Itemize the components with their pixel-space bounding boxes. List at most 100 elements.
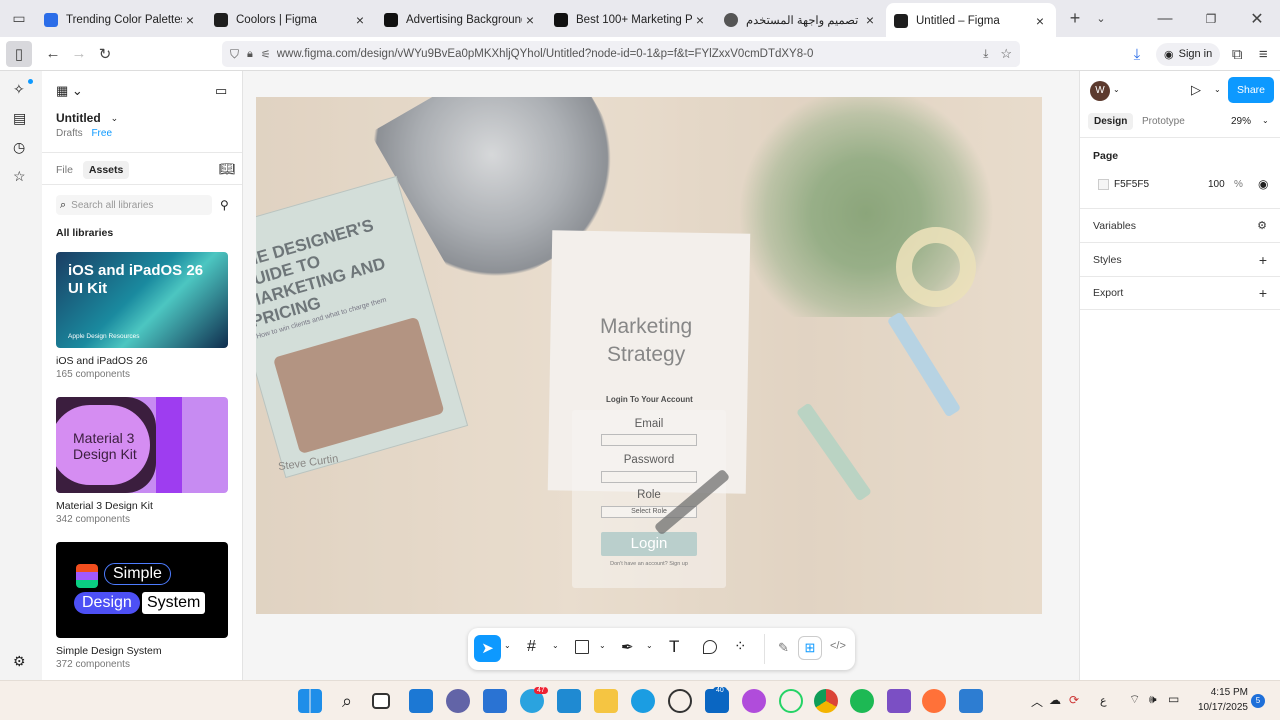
variables-icon[interactable]: ⚙ (1257, 219, 1267, 232)
close-tab-icon[interactable]: × (1032, 13, 1048, 29)
library-card-material[interactable]: Material 3 Design Kit (56, 397, 228, 493)
export-section[interactable]: Export + (1080, 276, 1280, 310)
close-window-icon[interactable]: ✕ (1234, 6, 1280, 32)
design-mode-icon[interactable]: ⊞ (798, 636, 822, 660)
chevron-down-icon[interactable]: ⌄ (111, 113, 119, 124)
browser-tab[interactable]: تصميم واجهة المستخدم × (716, 5, 886, 35)
draw-mode-icon[interactable]: ✎ (778, 640, 789, 656)
add-style-icon[interactable]: + (1259, 252, 1267, 268)
back-icon[interactable]: ← (40, 41, 66, 67)
clock-date[interactable]: 10/17/2025 (1192, 702, 1248, 713)
photos-icon[interactable] (959, 689, 983, 713)
zoom-level[interactable]: 29% (1231, 116, 1251, 127)
firefox-icon[interactable] (922, 689, 946, 713)
chevron-down-icon[interactable]: ⌄ (552, 641, 559, 650)
tab-file[interactable]: File (56, 161, 73, 179)
comment-tool-icon[interactable] (703, 640, 717, 654)
spotify-icon[interactable] (850, 689, 874, 713)
library-name[interactable]: iOS and iPadOS 26 (56, 355, 148, 367)
actions-tool-icon[interactable]: ⁘ (734, 637, 747, 655)
tab-prototype[interactable]: Prototype (1142, 116, 1185, 127)
lock-icon[interactable]: 🔒︎ (247, 48, 253, 61)
library-icon[interactable]: ▤ (13, 110, 26, 127)
text-tool-icon[interactable]: T (669, 637, 679, 657)
avatar[interactable]: W (1090, 81, 1110, 101)
minimize-icon[interactable]: — (1142, 6, 1188, 32)
tab-design[interactable]: Design (1088, 113, 1134, 130)
ai-sparkle-icon[interactable]: ✧ (13, 81, 25, 98)
shield-icon[interactable]: ⛉ (230, 47, 239, 62)
windows-start-icon[interactable] (298, 689, 322, 713)
library-name[interactable]: Simple Design System (56, 645, 162, 657)
close-tab-icon[interactable]: × (182, 12, 198, 28)
frame-background-image[interactable]: THE DESIGNER'S GUIDE TO MARKETING AND PR… (256, 97, 1042, 614)
address-bar[interactable]: ⛉ 🔒︎ ⚟ www.figma.com/design/vWYu9BvEa0pM… (222, 41, 1020, 67)
figma-main-menu-icon[interactable]: ▦ ⌄ (56, 83, 83, 99)
browser-tab[interactable]: Best 100+ Marketing Picture× (546, 5, 716, 35)
close-tab-icon[interactable]: × (692, 12, 708, 28)
tab-dropdown-icon[interactable]: ⌄ (1088, 6, 1114, 32)
tab-list-icon[interactable]: ▭ (6, 6, 32, 32)
chevron-down-icon[interactable]: ⌄ (599, 641, 606, 650)
sync-icon[interactable]: ⟳ (1069, 693, 1079, 707)
eye-icon[interactable]: ◉ (1258, 177, 1268, 191)
forward-icon[interactable]: → (66, 41, 92, 67)
chevron-down-icon[interactable]: ⌄ (1113, 85, 1120, 94)
notification-badge[interactable]: 5 (1251, 694, 1265, 708)
figma-canvas[interactable]: THE DESIGNER'S GUIDE TO MARKETING AND PR… (243, 71, 1079, 680)
favorites-star-icon[interactable]: ☆ (13, 168, 26, 185)
page-opacity-value[interactable]: 100 (1208, 179, 1225, 190)
new-tab-icon[interactable]: + (1062, 6, 1088, 32)
extensions-icon[interactable]: ⧉ (1224, 41, 1250, 67)
reload-icon[interactable]: ↻ (92, 41, 118, 67)
task-view-icon[interactable] (372, 693, 390, 709)
onedrive-icon[interactable]: ☁ (1049, 693, 1061, 707)
library-name[interactable]: Material 3 Design Kit (56, 500, 153, 512)
browser-tab[interactable]: Trending Color Palettes - Co× (36, 5, 206, 35)
browser-tab-active[interactable]: Untitled – Figma × (886, 3, 1056, 38)
add-export-icon[interactable]: + (1259, 285, 1267, 301)
move-tool-icon[interactable]: ➤ (474, 635, 501, 662)
present-play-icon[interactable]: ▷ (1191, 82, 1201, 98)
book-icon[interactable]: 📖︎ (219, 161, 236, 177)
install-app-icon[interactable]: ⤓ (983, 48, 988, 61)
visual-studio-icon[interactable] (887, 689, 911, 713)
downloads-icon[interactable]: ⤓ (1124, 41, 1150, 67)
app-icon[interactable] (742, 689, 766, 713)
restore-icon[interactable]: ❐ (1188, 6, 1234, 32)
page-color-value[interactable]: F5F5F5 (1114, 179, 1149, 190)
history-icon[interactable]: ◷ (13, 139, 25, 156)
sidebar-toggle-icon[interactable]: ▯ (6, 40, 32, 67)
chevron-down-icon[interactable]: ⌄ (1262, 116, 1269, 125)
file-explorer-icon[interactable] (594, 689, 618, 713)
search-icon[interactable]: ⌕ (335, 689, 359, 713)
permissions-icon[interactable]: ⚟ (261, 48, 271, 61)
settings-gear-icon[interactable]: ⚙ (13, 653, 26, 670)
shape-tool-icon[interactable] (575, 640, 589, 654)
url-text[interactable]: www.figma.com/design/vWYu9BvEa0pMKXhljQY… (277, 48, 814, 60)
browser-tab[interactable]: Advertising Background Pho× (376, 5, 546, 35)
close-tab-icon[interactable]: × (522, 12, 538, 28)
pen-tool-icon[interactable]: ✒ (621, 638, 634, 656)
chevron-down-icon[interactable]: ⌄ (646, 641, 653, 650)
library-card-ios[interactable]: iOS and iPadOS 26 UI Kit Apple Design Re… (56, 252, 228, 348)
drafts-link[interactable]: Drafts (56, 128, 83, 139)
close-tab-icon[interactable]: × (352, 12, 368, 28)
variables-section[interactable]: Variables ⚙ (1080, 208, 1280, 242)
language-indicator[interactable]: ع (1100, 694, 1107, 707)
tray-chevron-icon[interactable]: ︿ (1031, 693, 1043, 710)
vscode-icon[interactable] (557, 689, 581, 713)
menu-icon[interactable]: ≡ (1250, 41, 1276, 67)
browser-tab[interactable]: Coolors | Figma × (206, 5, 376, 35)
close-tab-icon[interactable]: × (862, 12, 878, 28)
frame-tool-icon[interactable]: # (527, 638, 536, 656)
file-name[interactable]: Untitled (56, 111, 101, 125)
wifi-icon[interactable]: ⌔ (1129, 692, 1140, 707)
filter-icon[interactable]: ⚲ (220, 198, 229, 212)
panel-toggle-icon[interactable]: ▭ (215, 83, 227, 99)
whatsapp-icon[interactable] (779, 689, 803, 713)
tab-assets[interactable]: Assets (82, 161, 130, 179)
dev-mode-icon[interactable]: </> (830, 640, 846, 652)
widgets-icon[interactable] (409, 689, 433, 713)
edge-icon[interactable] (631, 689, 655, 713)
